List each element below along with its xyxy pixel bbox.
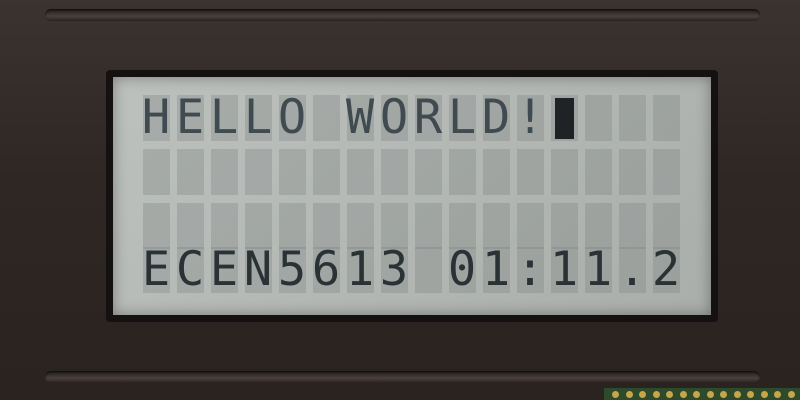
lcd-glyph: 5 [277, 242, 307, 297]
bottom-mounting-rail [45, 371, 760, 383]
lcd-char-cell [585, 95, 612, 141]
lcd-char-cell [449, 149, 476, 195]
header-pin [760, 391, 768, 398]
lcd-char-cell [551, 149, 578, 195]
lcd-module-bezel: H E L L O W O R L D! ECEN561301:11.2 [0, 0, 800, 400]
header-pin [747, 391, 754, 398]
header-pin [625, 391, 633, 398]
lcd-glyph: : [515, 242, 545, 297]
lcd-glyph: E [209, 242, 239, 297]
header-pin [733, 391, 741, 398]
header-pin [787, 391, 795, 398]
lcd-glyph: 1 [345, 242, 375, 297]
lcd-screen: H E L L O W O R L D! ECEN561301:11.2 [113, 77, 711, 315]
lcd-char-cell [313, 95, 340, 141]
lcd-glyph: O [277, 90, 307, 145]
lcd-char-cell [653, 149, 680, 195]
lcd-char-cell [415, 149, 442, 195]
lcd-char-cell [585, 149, 612, 195]
lcd-glyph: 2 [651, 242, 681, 297]
header-pin [652, 391, 660, 398]
lcd-glyph: W [345, 90, 375, 145]
lcd-char-cell [619, 95, 646, 141]
lcd-glyph: O [379, 90, 409, 145]
header-pin [720, 391, 727, 398]
lcd-char-cell [313, 149, 340, 195]
lcd-char-cell [415, 247, 442, 293]
lcd-glyph: . [617, 242, 647, 297]
lcd-char-cell [619, 149, 646, 195]
lcd-char-cell [347, 149, 374, 195]
lcd-char-cell [177, 149, 204, 195]
lcd-char-cell [381, 149, 408, 195]
header-pin [612, 391, 619, 398]
lcd-glyph: 0 [447, 242, 477, 297]
lcd-glyph: R [413, 90, 443, 145]
lcd-char-cell [517, 149, 544, 195]
lcd-char-cell [279, 149, 306, 195]
lcd-glyph: C [175, 242, 205, 297]
lcd-glyph: 3 [379, 242, 409, 297]
header-pin [666, 391, 673, 398]
lcd-glyph: L [243, 90, 273, 145]
header-pin [639, 391, 646, 398]
lcd-glyph: E [141, 242, 171, 297]
lcd-glyph: D [481, 90, 511, 145]
header-pin [774, 391, 781, 398]
lcd-glyph: 6 [311, 242, 341, 297]
lcd-char-cell [483, 149, 510, 195]
lcd-char-cell [211, 149, 238, 195]
lcd-block-cursor [555, 98, 574, 139]
lcd-char-cell [415, 203, 442, 249]
lcd-glyph: H [141, 90, 171, 145]
lcd-glyph: 1 [549, 242, 579, 297]
lcd-char-cell [143, 149, 170, 195]
lcd-char-cell [653, 95, 680, 141]
lcd-glyph: ! [515, 90, 545, 145]
lcd-glyph: 1 [583, 242, 613, 297]
header-pin [706, 391, 714, 398]
top-mounting-rail [45, 9, 760, 21]
lcd-glyph: L [209, 90, 239, 145]
lcd-glyph: L [447, 90, 477, 145]
lcd-char-cell [245, 149, 272, 195]
header-pin [693, 391, 700, 398]
header-pin [679, 391, 687, 398]
lcd-glyph: E [175, 90, 205, 145]
lcd-glyph: 1 [481, 242, 511, 297]
lcd-glyph: N [243, 242, 273, 297]
header-pin-connector [604, 388, 800, 400]
